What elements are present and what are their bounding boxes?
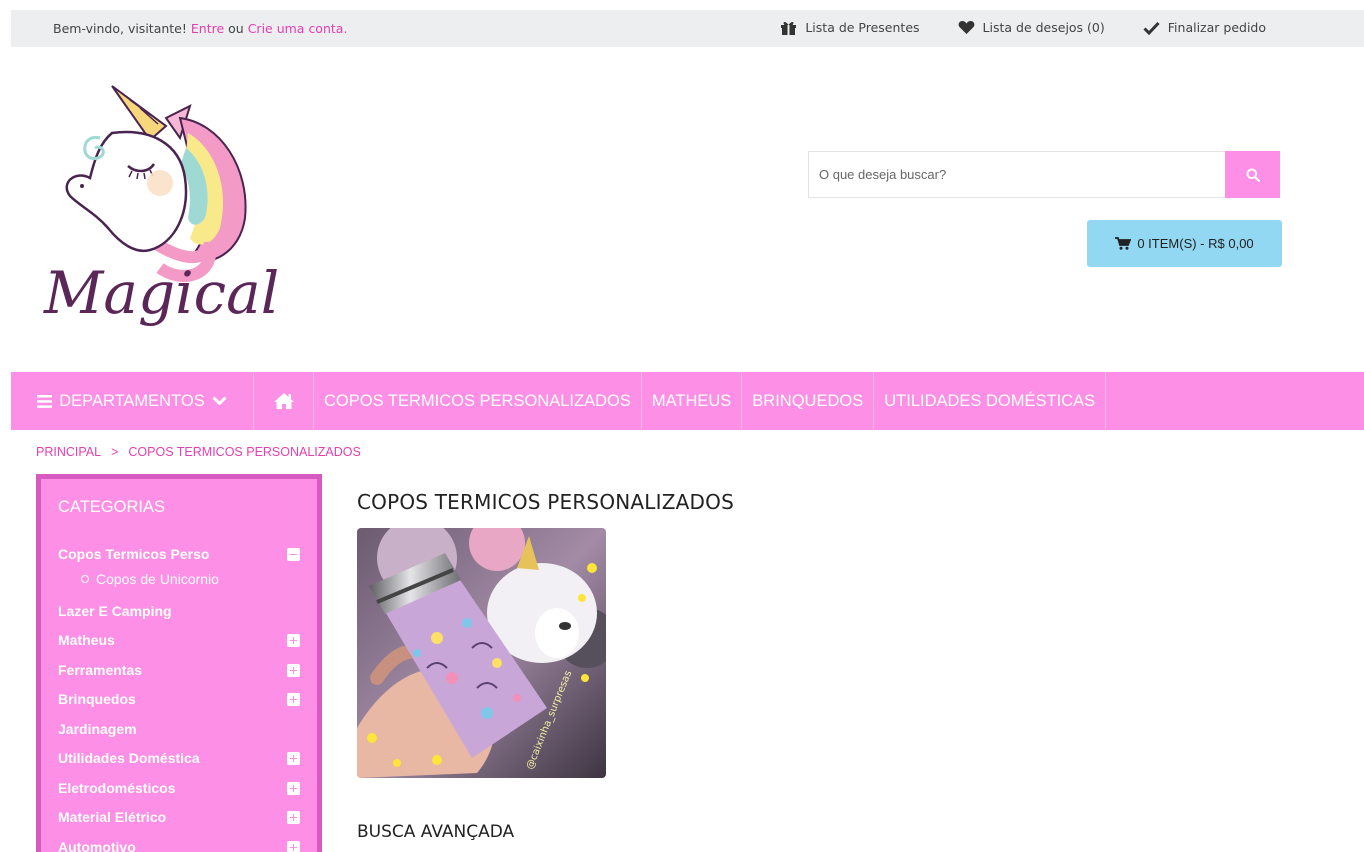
breadcrumb-home[interactable]: PRINCIPAL: [36, 445, 101, 459]
gift-list-link[interactable]: Lista de Presentes: [780, 20, 920, 35]
category-item[interactable]: Utilidades Doméstica: [58, 747, 308, 769]
category-label: Eletrodomésticos: [58, 780, 176, 796]
category-label: Utilidades Doméstica: [58, 750, 200, 766]
cart-icon: [1115, 237, 1132, 250]
category-item[interactable]: Matheus: [58, 629, 308, 651]
category-image[interactable]: @caixinha_surpresas: [357, 528, 606, 778]
search-bar: [808, 151, 1280, 198]
chevron-down-icon: [212, 396, 227, 406]
category-label: Copos Termicos Perso: [58, 546, 210, 562]
gift-list-label: Lista de Presentes: [805, 20, 920, 35]
category-item[interactable]: Ferramentas: [58, 659, 308, 681]
category-label: Material Elétrico: [58, 809, 167, 825]
departments-label: DEPARTAMENTOS: [59, 391, 205, 410]
breadcrumb: PRINCIPAL > COPOS TERMICOS PERSONALIZADO…: [36, 445, 361, 459]
gift-icon: [781, 21, 797, 35]
expand-icon[interactable]: [287, 810, 300, 824]
breadcrumb-separator: >: [111, 445, 119, 459]
home-icon: [273, 393, 294, 409]
checkout-label: Finalizar pedido: [1167, 20, 1266, 35]
expand-icon[interactable]: [287, 663, 300, 677]
checkout-link[interactable]: Finalizar pedido: [1143, 20, 1266, 35]
category-label: Matheus: [58, 632, 115, 648]
subcategory-item[interactable]: Copos de Unicornio: [81, 571, 219, 587]
nav-item-utilidades[interactable]: UTILIDADES DOMÉSTICAS: [874, 372, 1107, 430]
nav-item-matheus[interactable]: MATHEUS: [642, 372, 743, 430]
subcategory-label: Copos de Unicornio: [96, 571, 219, 587]
search-icon: [1246, 168, 1260, 182]
top-bar: Bem-vindo, visitante! Entre ou Crie uma …: [11, 10, 1364, 47]
category-item[interactable]: Lazer E Camping: [58, 600, 308, 622]
expand-icon[interactable]: [287, 633, 300, 647]
cart-button[interactable]: 0 ITEM(S) - R$ 0,00: [1087, 220, 1282, 267]
nav-item-copos-termicos[interactable]: COPOS TERMICOS PERSONALIZADOS: [314, 372, 642, 430]
welcome-text: Bem-vindo, visitante!: [53, 21, 187, 36]
departments-menu[interactable]: DEPARTAMENTOS: [11, 372, 254, 430]
signup-link[interactable]: Crie uma conta.: [248, 21, 348, 36]
category-item[interactable]: Automotivo: [58, 836, 308, 852]
category-label: Jardinagem: [58, 721, 137, 737]
main-nav: DEPARTAMENTOS COPOS TERMICOS PERSONALIZA…: [11, 372, 1364, 430]
wishlist-label: Lista de desejos (0): [982, 20, 1105, 35]
heart-icon: [958, 21, 974, 34]
category-label: Ferramentas: [58, 662, 143, 678]
search-input[interactable]: [808, 151, 1225, 198]
expand-icon[interactable]: [287, 781, 300, 795]
welcome-message: Bem-vindo, visitante! Entre ou Crie uma …: [53, 21, 347, 36]
login-link[interactable]: Entre: [191, 21, 224, 36]
sidebar-title: CATEGORIAS: [58, 498, 165, 516]
search-button[interactable]: [1225, 151, 1280, 198]
collapse-icon[interactable]: [287, 547, 300, 561]
category-item[interactable]: Copos Termicos Perso: [58, 543, 308, 565]
category-item[interactable]: Eletrodomésticos: [58, 777, 308, 799]
expand-icon[interactable]: [287, 840, 300, 852]
breadcrumb-current[interactable]: COPOS TERMICOS PERSONALIZADOS: [128, 445, 360, 459]
expand-icon[interactable]: [287, 751, 300, 765]
wishlist-link[interactable]: Lista de desejos (0): [958, 20, 1105, 35]
check-icon: [1143, 21, 1160, 35]
advanced-search-heading: BUSCA AVANÇADA: [357, 822, 515, 842]
page-title: COPOS TERMICOS PERSONALIZADOS: [357, 490, 734, 514]
category-item[interactable]: Jardinagem: [58, 718, 308, 740]
or-text: ou: [228, 21, 244, 36]
logo-text: Magical: [43, 259, 279, 327]
categories-sidebar: CATEGORIAS Copos Termicos Perso Copos de…: [36, 474, 322, 852]
cart-label: 0 ITEM(S) - R$ 0,00: [1137, 236, 1254, 251]
hamburger-icon: [37, 394, 53, 408]
expand-icon[interactable]: [287, 692, 300, 706]
category-item[interactable]: Brinquedos: [58, 688, 308, 710]
circle-icon: [81, 575, 89, 583]
category-label: Automotivo: [58, 839, 136, 852]
nav-item-brinquedos[interactable]: BRINQUEDOS: [742, 372, 875, 430]
store-logo[interactable]: Magical: [40, 78, 290, 346]
home-button[interactable]: [254, 372, 314, 430]
category-label: Brinquedos: [58, 691, 136, 707]
category-item[interactable]: Material Elétrico: [58, 806, 308, 828]
category-label: Lazer E Camping: [58, 603, 172, 619]
